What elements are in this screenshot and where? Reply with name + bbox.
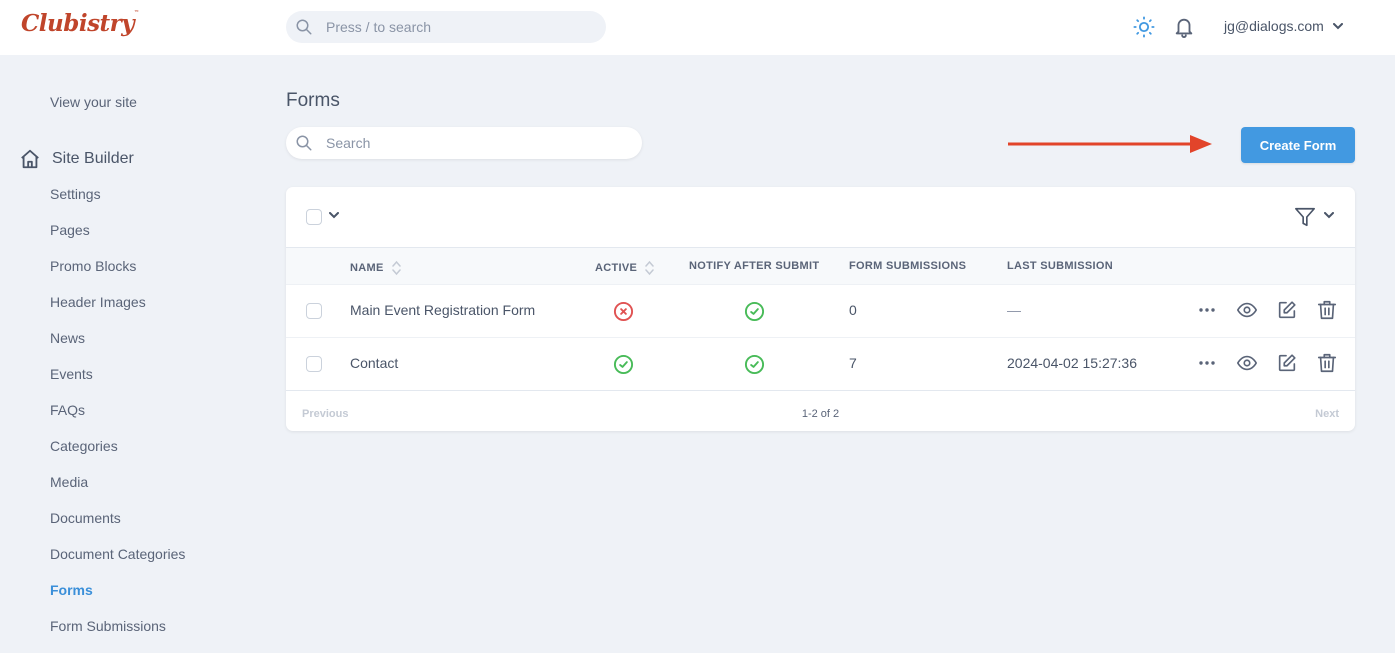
view-site-link[interactable]: View your site: [50, 94, 137, 110]
table-row[interactable]: Contact 7 2024-04-02 15:27:36: [286, 337, 1355, 390]
sidebar-item-pages[interactable]: Pages: [50, 222, 90, 238]
last-submission: —: [1007, 302, 1021, 318]
select-all-checkbox[interactable]: [306, 209, 322, 225]
next-page-button[interactable]: Next: [1315, 408, 1339, 420]
annotation-arrow-icon: [1008, 135, 1212, 153]
sidebar-item-forms[interactable]: Forms: [50, 582, 93, 598]
top-bar: Clubistry™ Press / to search jg@dialogs.…: [0, 0, 1395, 55]
table-row[interactable]: Main Event Registration Form 0 —: [286, 284, 1355, 337]
edit-icon[interactable]: [1276, 299, 1298, 321]
app-logo[interactable]: Clubistry™: [21, 10, 139, 37]
column-header-name[interactable]: NAME: [350, 260, 401, 276]
column-header-notify-after-submit: NOTIFY AFTER SUBMIT: [689, 260, 819, 272]
sidebar-item-news[interactable]: News: [50, 330, 85, 346]
table-header: NAME ACTIVE NOTIFY AFTER SUBMIT FORM SUB…: [286, 247, 1355, 285]
page-title: Forms: [286, 90, 340, 111]
user-menu[interactable]: jg@dialogs.com: [1224, 18, 1343, 34]
more-options-icon[interactable]: [1198, 301, 1216, 319]
pagination-count: 1-2 of 2: [801, 408, 840, 420]
column-header-label: LAST SUBMISSION: [1007, 260, 1113, 272]
theme-toggle-sun-icon[interactable]: [1133, 16, 1155, 38]
forms-table-card: NAME ACTIVE NOTIFY AFTER SUBMIT FORM SUB…: [286, 187, 1355, 431]
row-actions: [1198, 299, 1338, 321]
sidebar-item-settings[interactable]: Settings: [50, 186, 101, 202]
global-search-input[interactable]: Press / to search: [286, 11, 606, 43]
sidebar-item-form-submissions[interactable]: Form Submissions: [50, 618, 166, 634]
view-eye-icon[interactable]: [1236, 299, 1258, 321]
column-header-label: NOTIFY AFTER SUBMIT: [689, 260, 820, 272]
row-checkbox[interactable]: [306, 356, 322, 372]
column-header-active[interactable]: ACTIVE: [595, 260, 654, 276]
delete-trash-icon[interactable]: [1316, 299, 1338, 321]
user-email: jg@dialogs.com: [1224, 18, 1324, 34]
form-submissions-count: 7: [849, 355, 857, 371]
column-header-label: ACTIVE: [595, 262, 638, 274]
home-icon: [21, 149, 39, 169]
search-icon: [296, 19, 312, 35]
sidebar-section-label: Site Builder: [52, 150, 134, 167]
sidebar-item-header-images[interactable]: Header Images: [50, 294, 146, 310]
pagination: Previous 1-2 of 2 Next: [286, 390, 1355, 431]
sidebar-item-categories[interactable]: Categories: [50, 438, 118, 454]
sidebar-item-media[interactable]: Media: [50, 474, 88, 490]
form-name[interactable]: Contact: [350, 355, 398, 371]
forms-search-input[interactable]: Search: [286, 127, 642, 159]
global-search-placeholder: Press / to search: [326, 19, 432, 35]
sidebar-section-site-builder[interactable]: Site Builder: [19, 148, 134, 170]
more-options-icon[interactable]: [1198, 354, 1216, 372]
sidebar-item-events[interactable]: Events: [50, 366, 93, 382]
table-toolbar: [286, 187, 1355, 247]
sort-icon[interactable]: [645, 260, 654, 276]
sidebar-item-faqs[interactable]: FAQs: [50, 402, 85, 418]
row-actions: [1198, 352, 1338, 374]
notifications-bell-icon[interactable]: [1173, 15, 1195, 39]
sort-icon[interactable]: [391, 260, 401, 276]
sidebar-item-document-categories[interactable]: Document Categories: [50, 546, 185, 562]
row-checkbox[interactable]: [306, 303, 322, 319]
search-icon: [296, 135, 312, 151]
column-header-form-submissions: FORM SUBMISSIONS: [849, 260, 966, 272]
view-eye-icon[interactable]: [1236, 352, 1258, 374]
form-submissions-count: 0: [849, 302, 857, 318]
delete-trash-icon[interactable]: [1316, 352, 1338, 374]
sidebar-item-documents[interactable]: Documents: [50, 510, 121, 526]
create-form-button[interactable]: Create Form: [1241, 127, 1355, 163]
chevron-down-icon: [1332, 22, 1343, 29]
bulk-actions-chevron-down-icon[interactable]: [329, 212, 339, 219]
column-header-last-submission: LAST SUBMISSION: [1007, 260, 1113, 272]
form-name[interactable]: Main Event Registration Form: [350, 302, 535, 318]
sidebar-item-promo-blocks[interactable]: Promo Blocks: [50, 258, 136, 274]
column-header-label: NAME: [350, 262, 384, 274]
inactive-x-circle-icon: [613, 301, 634, 322]
forms-search-placeholder: Search: [326, 135, 371, 151]
filter-icon[interactable]: [1294, 206, 1316, 228]
last-submission: 2024-04-02 15:27:36: [1007, 355, 1137, 371]
edit-icon[interactable]: [1276, 352, 1298, 374]
notify-check-circle-icon: [744, 354, 765, 375]
logo-text: Clubistry: [21, 10, 135, 37]
column-header-label: FORM SUBMISSIONS: [849, 260, 967, 272]
filter-chevron-down-icon[interactable]: [1324, 212, 1334, 219]
notify-check-circle-icon: [744, 301, 765, 322]
active-check-circle-icon: [613, 354, 634, 375]
